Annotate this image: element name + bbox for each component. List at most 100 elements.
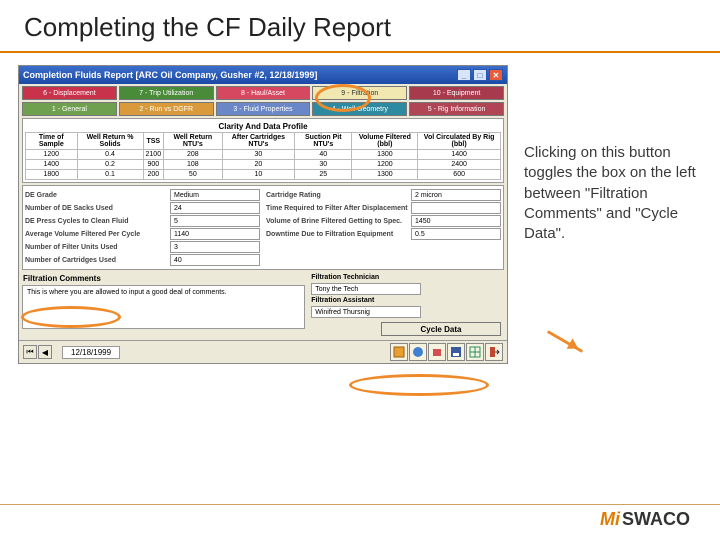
- grid-cell[interactable]: 0.2: [77, 160, 143, 170]
- grid-cell[interactable]: 0.4: [77, 150, 143, 160]
- clarity-panel: Clarity And Data Profile Time of SampleW…: [22, 118, 504, 183]
- assistant-field[interactable]: Winifred Thursnig: [311, 306, 421, 318]
- grid-header: Vol Circulated By Rig (bbl): [418, 133, 501, 150]
- grid-cell[interactable]: 1300: [352, 170, 418, 180]
- field-row: Volume of Brine Filtered Getting to Spec…: [266, 215, 501, 227]
- grid-cell[interactable]: 20: [222, 160, 295, 170]
- grid-cell[interactable]: 1200: [352, 160, 418, 170]
- exit-icon[interactable]: [485, 343, 503, 361]
- field-input[interactable]: 3: [170, 241, 260, 253]
- tab-run-vs-dgfr[interactable]: 2 - Run vs DGFR: [119, 102, 214, 116]
- grid-cell[interactable]: 30: [222, 150, 295, 160]
- field-row: Downtime Due to Filtration Equipment0.5: [266, 228, 501, 240]
- tab-trip-utilization[interactable]: 7 - Trip Utilization: [119, 86, 214, 100]
- logo-brand: SWACO: [622, 509, 690, 530]
- field-input[interactable]: 1140: [170, 228, 260, 240]
- footer: Mi SWACO: [0, 504, 720, 530]
- save-icon[interactable]: [447, 343, 465, 361]
- grid-cell[interactable]: 0.1: [77, 170, 143, 180]
- grid-icon[interactable]: [466, 343, 484, 361]
- field-input[interactable]: [411, 202, 501, 214]
- field-label: Average Volume Filtered Per Cycle: [25, 231, 170, 238]
- field-input[interactable]: 5: [170, 215, 260, 227]
- grid-row: 14000.2900108203012002400: [26, 160, 501, 170]
- tab-rig-information[interactable]: 5 - Rig Information: [409, 102, 504, 116]
- field-label: Volume of Brine Filtered Getting to Spec…: [266, 218, 411, 225]
- cycle-data-button[interactable]: Cycle Data: [381, 322, 501, 336]
- tab-displacement[interactable]: 6 - Displacement: [22, 86, 117, 100]
- field-label: Number of Cartridges Used: [25, 257, 170, 264]
- grid-header: After Cartridges NTU's: [222, 133, 295, 150]
- grid-cell[interactable]: 2400: [418, 160, 501, 170]
- field-row: Number of Filter Units Used3: [25, 241, 260, 253]
- grid-cell[interactable]: 208: [164, 150, 222, 160]
- fields-panel: DE GradeMediumNumber of DE Sacks Used24D…: [22, 185, 504, 270]
- field-label: DE Press Cycles to Clean Fluid: [25, 218, 170, 225]
- technician-panel: Filtration Technician Tony the Tech Filt…: [308, 272, 507, 340]
- data-grid: Time of SampleWell Return % SolidsTSSWel…: [25, 132, 501, 180]
- technician-field[interactable]: Tony the Tech: [311, 283, 421, 295]
- grid-cell[interactable]: 108: [164, 160, 222, 170]
- field-input[interactable]: 0.5: [411, 228, 501, 240]
- bottom-bar: ⏮ ◀ 12/18/1999: [19, 340, 507, 363]
- grid-header: Well Return % Solids: [77, 133, 143, 150]
- grid-header: Well Return NTU's: [164, 133, 222, 150]
- grid-cell[interactable]: 1400: [26, 160, 78, 170]
- window-title: Completion Fluids Report [ARC Oil Compan…: [23, 70, 317, 80]
- annotation-circle-cycle-data: [349, 374, 489, 396]
- minimize-button[interactable]: _: [457, 69, 471, 81]
- grid-cell[interactable]: 25: [295, 170, 352, 180]
- grid-row: 12000.42100208304013001400: [26, 150, 501, 160]
- comments-textarea[interactable]: This is where you are allowed to input a…: [22, 285, 305, 329]
- grid-cell[interactable]: 200: [143, 170, 164, 180]
- field-input[interactable]: 1450: [411, 215, 501, 227]
- grid-cell[interactable]: 1300: [352, 150, 418, 160]
- grid-cell[interactable]: 40: [295, 150, 352, 160]
- field-row: DE GradeMedium: [25, 189, 260, 201]
- maximize-button[interactable]: □: [473, 69, 487, 81]
- grid-header: Time of Sample: [26, 133, 78, 150]
- grid-cell[interactable]: 10: [222, 170, 295, 180]
- grid-header: Suction Pit NTU's: [295, 133, 352, 150]
- field-input[interactable]: 2 micron: [411, 189, 501, 201]
- grid-cell[interactable]: 50: [164, 170, 222, 180]
- annotation-text: Clicking on this button toggles the box …: [524, 65, 704, 364]
- report-window: Completion Fluids Report [ARC Oil Compan…: [18, 65, 508, 364]
- grid-cell[interactable]: 900: [143, 160, 164, 170]
- comments-label: Filtration Comments: [19, 272, 308, 285]
- field-label: Downtime Due to Filtration Equipment: [266, 231, 411, 238]
- grid-cell[interactable]: 600: [418, 170, 501, 180]
- grid-header: TSS: [143, 133, 164, 150]
- toolbar-icon-2[interactable]: [409, 343, 427, 361]
- field-label: Number of DE Sacks Used: [25, 205, 170, 212]
- tab-fluid-properties[interactable]: 3 - Fluid Properties: [216, 102, 311, 116]
- field-input[interactable]: 40: [170, 254, 260, 266]
- grid-cell[interactable]: 30: [295, 160, 352, 170]
- tab-equipment[interactable]: 10 - Equipment: [409, 86, 504, 100]
- field-input[interactable]: 24: [170, 202, 260, 214]
- nav-first-button[interactable]: ⏮: [23, 345, 37, 359]
- field-row: DE Press Cycles to Clean Fluid5: [25, 215, 260, 227]
- nav-prev-button[interactable]: ◀: [38, 345, 52, 359]
- tab-well-geometry[interactable]: 4 - Well Geometry: [312, 102, 407, 116]
- window-titlebar: Completion Fluids Report [ARC Oil Compan…: [19, 66, 507, 84]
- logo-mi: Mi: [600, 509, 620, 530]
- field-row: Number of DE Sacks Used24: [25, 202, 260, 214]
- toolbar-icon-3[interactable]: [428, 343, 446, 361]
- grid-row: 18000.12005010251300600: [26, 170, 501, 180]
- field-label: DE Grade: [25, 192, 170, 199]
- grid-cell[interactable]: 1800: [26, 170, 78, 180]
- field-input[interactable]: Medium: [170, 189, 260, 201]
- field-row: Average Volume Filtered Per Cycle1140: [25, 228, 260, 240]
- left-column: DE GradeMediumNumber of DE Sacks Used24D…: [25, 188, 260, 267]
- toolbar-icon-1[interactable]: [390, 343, 408, 361]
- close-button[interactable]: ✕: [489, 69, 503, 81]
- tab-general[interactable]: 1 - General: [22, 102, 117, 116]
- tab-filtration[interactable]: 9 - Filtration: [312, 86, 407, 100]
- assistant-label: Filtration Assistant: [311, 297, 504, 304]
- grid-cell[interactable]: 2100: [143, 150, 164, 160]
- grid-cell[interactable]: 1200: [26, 150, 78, 160]
- tab-haul-asset[interactable]: 8 - Haul/Asset: [216, 86, 311, 100]
- tabs-row-1: 6 - Displacement 7 - Trip Utilization 8 …: [19, 84, 507, 100]
- grid-cell[interactable]: 1400: [418, 150, 501, 160]
